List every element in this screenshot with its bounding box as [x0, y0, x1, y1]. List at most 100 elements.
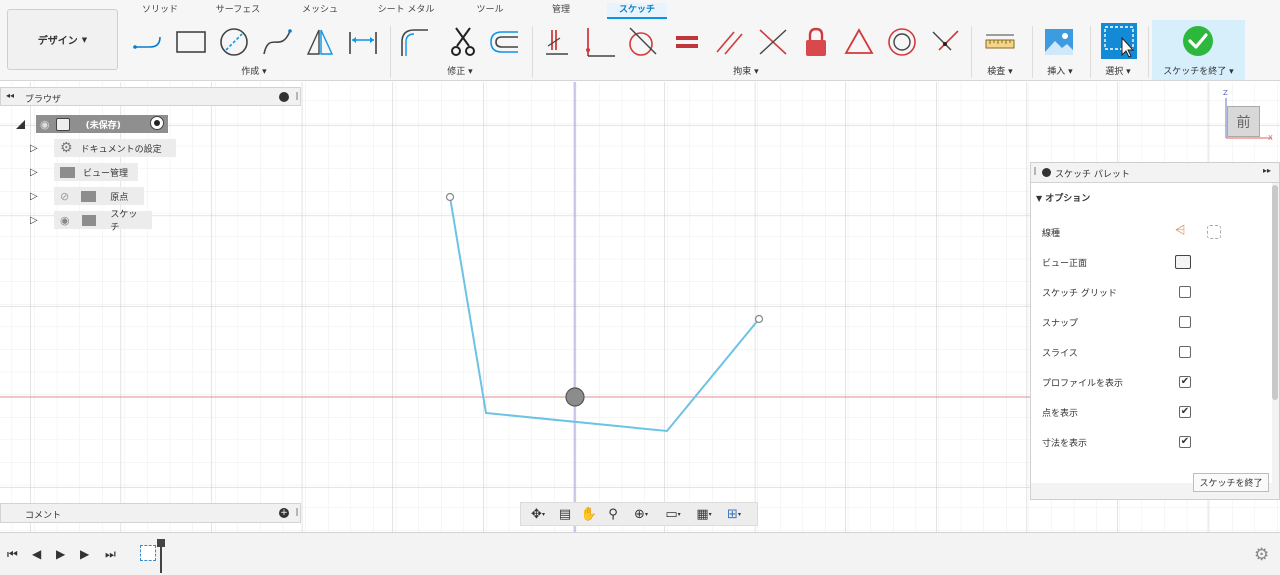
go-to-start-icon[interactable]: ⏮: [7, 547, 18, 562]
fix-constraint-button[interactable]: [800, 26, 832, 58]
perpendicular-constraint-button[interactable]: [757, 26, 789, 58]
display-settings-button[interactable]: ▭ ▾: [657, 503, 689, 525]
select-group-menu[interactable]: 選択 ▾: [1096, 64, 1140, 77]
expand-arrow-icon[interactable]: ▷: [30, 167, 40, 178]
centerline-icon[interactable]: [1207, 225, 1221, 239]
insert-image-button[interactable]: [1043, 26, 1075, 58]
viewcube[interactable]: Z X 前: [1216, 88, 1280, 146]
offset-tool-button[interactable]: [488, 26, 520, 58]
collapse-triangle-icon[interactable]: ▼: [1036, 194, 1042, 203]
inspect-group-menu[interactable]: 検査 ▾: [978, 64, 1022, 77]
look-at-button[interactable]: ▤: [553, 503, 577, 525]
expand-icon[interactable]: ▸▸: [1263, 166, 1271, 175]
mirror-tool-button[interactable]: [304, 26, 336, 58]
browser-item-sketches[interactable]: ▷ ◉ スケッチ: [30, 210, 152, 233]
spline-tool-button[interactable]: [261, 26, 293, 58]
show-profile-checkbox[interactable]: ✔: [1179, 376, 1191, 388]
browser-panel: ◂◂ ブラウザ ‖ ◉ (未保存) ▷ ⚙ ドキュメントの設定 ▷ ビュー管理 …: [0, 87, 301, 237]
finish-sketch-button[interactable]: スケッチを終了: [1193, 473, 1269, 492]
go-to-end-icon[interactable]: ⏭: [105, 547, 116, 562]
tab-tools[interactable]: ツール: [470, 3, 510, 19]
fit-button[interactable]: ⊕ ▾: [625, 503, 657, 525]
tab-sketch[interactable]: スケッチ: [607, 3, 667, 19]
collinear-constraint-button[interactable]: [929, 26, 961, 58]
timeline-marker[interactable]: [157, 539, 165, 573]
rectangle-tool-button[interactable]: [175, 26, 207, 58]
browser-item-label: ビュー管理: [83, 168, 129, 179]
browser-item-document-settings[interactable]: ▷ ⚙ ドキュメントの設定: [30, 139, 176, 157]
activate-radio-icon[interactable]: [150, 116, 164, 130]
show-dimensions-checkbox[interactable]: ✔: [1179, 436, 1191, 448]
viewports-button[interactable]: ⊞ ▾: [719, 503, 749, 525]
root-node-box[interactable]: ◉ (未保存): [36, 115, 168, 133]
midpoint-constraint-button[interactable]: [843, 26, 875, 58]
finish-sketch-label: スケッチを終了: [1163, 67, 1227, 77]
equal-constraint-button[interactable]: [671, 26, 703, 58]
snap-checkbox[interactable]: [1179, 316, 1191, 328]
slice-checkbox[interactable]: [1179, 346, 1191, 358]
line-tool-button[interactable]: [132, 26, 164, 58]
workspace-switcher[interactable]: デザイン ▼: [7, 9, 118, 70]
trim-tool-button[interactable]: [447, 26, 479, 58]
drag-handle-icon[interactable]: ‖: [295, 507, 299, 516]
minimize-icon[interactable]: [1042, 168, 1051, 177]
insert-group-menu[interactable]: 挿入 ▾: [1038, 64, 1082, 77]
play-icon[interactable]: ▶: [56, 547, 65, 561]
modify-group-menu[interactable]: 修正 ▾: [434, 64, 486, 77]
drag-handle-icon[interactable]: ‖: [295, 91, 299, 100]
look-at-icon[interactable]: [1175, 255, 1191, 269]
eye-hidden-icon[interactable]: ⊘: [60, 190, 69, 203]
expand-triangle-icon[interactable]: [16, 120, 25, 129]
pan-button[interactable]: ✋: [577, 503, 601, 525]
measure-tool-button[interactable]: [984, 26, 1016, 58]
orbit-icon: ✥: [531, 506, 542, 522]
tab-surface[interactable]: サーフェス: [210, 3, 266, 19]
zoom-button[interactable]: ⚲: [601, 503, 625, 525]
expand-arrow-icon[interactable]: ▷: [30, 143, 40, 154]
tab-solid[interactable]: ソリッド: [136, 3, 184, 19]
tab-sheet-metal[interactable]: シート メタル: [370, 3, 442, 19]
concentric-constraint-button[interactable]: [886, 26, 918, 58]
step-forward-icon[interactable]: ▶: [80, 547, 89, 561]
tangent-constraint-button[interactable]: [626, 26, 658, 58]
modify-group-label: 修正: [447, 67, 466, 77]
finish-sketch-panel[interactable]: スケッチを終了 ▾: [1152, 20, 1245, 80]
drag-handle-icon[interactable]: ‖: [1033, 166, 1037, 175]
timeline-sketch-feature[interactable]: [140, 545, 156, 561]
parallel-constraint-button[interactable]: [714, 26, 746, 58]
dimension-tool-button[interactable]: [347, 26, 379, 58]
step-back-icon[interactable]: ◀: [32, 547, 41, 561]
minimize-icon[interactable]: [279, 92, 289, 102]
tab-manage[interactable]: 管理: [540, 3, 582, 19]
eye-icon[interactable]: ◉: [40, 118, 50, 131]
eye-icon[interactable]: ◉: [60, 214, 70, 227]
origin-point[interactable]: [565, 387, 585, 407]
expand-arrow-icon[interactable]: ▷: [30, 191, 40, 202]
orbit-button[interactable]: ✥ ▾: [523, 503, 553, 525]
show-points-checkbox[interactable]: ✔: [1179, 406, 1191, 418]
expand-arrow-icon[interactable]: ▷: [30, 215, 40, 226]
fillet-tool-button[interactable]: [398, 26, 430, 58]
timeline-settings-gear-icon[interactable]: ⚙: [1254, 545, 1269, 565]
coincident-constraint-button[interactable]: [585, 26, 617, 58]
add-comment-icon[interactable]: +: [279, 508, 289, 518]
horizontal-vertical-constraint-button[interactable]: [542, 26, 574, 58]
finish-sketch-menu[interactable]: スケッチを終了 ▾: [1152, 64, 1245, 77]
browser-item-origin[interactable]: ▷ ⊘ 原点: [30, 187, 144, 205]
grid-settings-button[interactable]: ▦ ▾: [689, 503, 719, 525]
options-section-header[interactable]: ▼ オプション: [1036, 191, 1090, 204]
sketch-grid-checkbox[interactable]: [1179, 286, 1191, 298]
viewcube-front-face[interactable]: 前: [1227, 106, 1260, 137]
constraints-group-menu[interactable]: 拘束 ▾: [720, 64, 772, 77]
circle-icon: [220, 28, 248, 56]
comments-title: コメント: [25, 511, 62, 521]
collapse-icon[interactable]: ◂◂: [6, 91, 14, 100]
create-group-menu[interactable]: 作成 ▾: [228, 64, 280, 77]
circle-tool-button[interactable]: [218, 26, 250, 58]
browser-item-view-manager[interactable]: ▷ ビュー管理: [30, 163, 138, 181]
construction-line-icon[interactable]: ⩤: [1175, 223, 1185, 238]
palette-scrollbar[interactable]: [1272, 185, 1278, 400]
select-tool-button[interactable]: [1100, 22, 1138, 60]
sketch-canvas[interactable]: Z X 前 ◂◂ ブラウザ ‖ ◉ (未保存) ▷ ⚙ ドキュメントの設定 ▷ …: [0, 82, 1280, 532]
tab-mesh[interactable]: メッシュ: [296, 3, 344, 19]
